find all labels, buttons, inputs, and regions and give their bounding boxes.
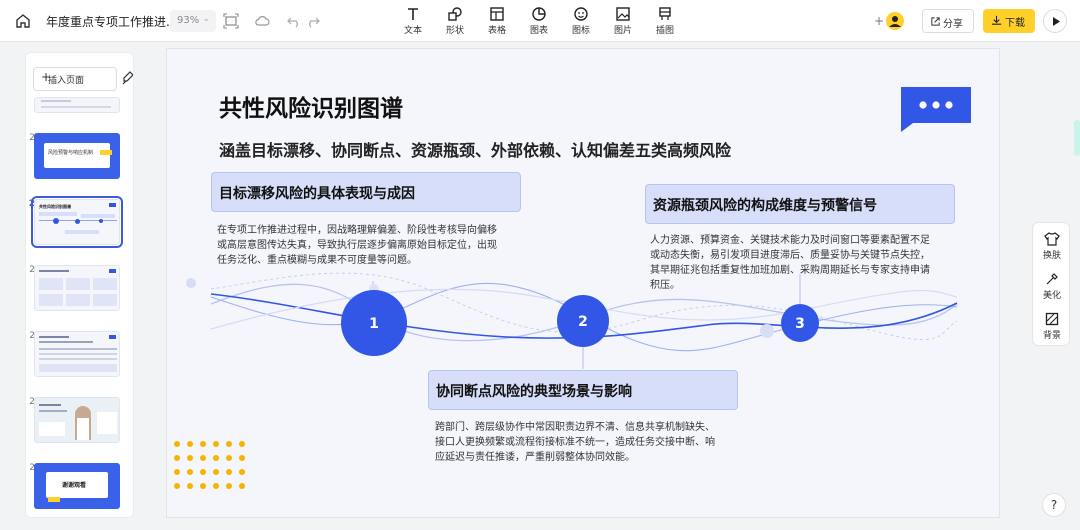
tool-label: 图标 [571, 26, 590, 36]
text-line: 积压。 [650, 280, 680, 291]
theme-skin-label: 换肤 [1042, 251, 1061, 261]
share-button[interactable]: 分享 [922, 9, 974, 33]
section-heading-2[interactable]: 协同断点风险的典型场景与影响 [428, 370, 738, 410]
tool-table[interactable]: 表格 [477, 4, 517, 36]
insert-page-button[interactable]: + 插入页面 [33, 67, 117, 91]
theme-skin-button[interactable]: 换肤 [1033, 232, 1071, 261]
slide-thumbnail-23[interactable] [34, 265, 120, 311]
background-label: 背景 [1042, 331, 1061, 341]
add-collaborator-icon[interactable]: + [873, 10, 907, 32]
share-label: 分享 [943, 19, 963, 30]
tool-emoji[interactable]: 图标 [561, 4, 601, 36]
section-heading-1[interactable]: 目标漂移风险的具体表现与成因 [211, 172, 521, 212]
step-number-1: 1 [369, 316, 379, 332]
tool-image[interactable]: 图片 [603, 4, 643, 36]
slide-thumbnail-20[interactable] [34, 97, 120, 113]
slide-canvas[interactable]: 1 2 3 共性风险识别图谱 涵盖目标漂移、协同断点、资源瓶颈、外部依赖、认知偏… [166, 48, 1000, 518]
beautify-label: 美化 [1042, 291, 1061, 301]
beautify-button[interactable]: 美化 [1033, 272, 1071, 301]
text-line: 跨部门、跨层级协作中常因职责边界不清、信息共享机制缺失、 [435, 422, 715, 433]
text-line: 在专项工作推进过程中，因战略理解偏差、阶段性考核导向偏移 [217, 225, 497, 236]
text-line: 其早期征兆包括重复性加班加剧、采购周期延长与专家支持申请 [650, 265, 930, 276]
tool-label: 表格 [487, 26, 506, 36]
top-toolbar: 年度重点专项工作推进... 93% ⌄ 文本 形状 表格 图表 图标 图片 插图 … [0, 0, 1080, 42]
text-line: 应延迟与责任推诿，严重削弱整体协同效能。 [435, 452, 635, 463]
slide-thumbnail-22[interactable]: 共性风险识别图谱 [31, 196, 123, 248]
thumbnail-title: 风险预警与响应机制 [48, 150, 94, 156]
home-icon[interactable] [14, 12, 32, 30]
tool-label: 插图 [655, 26, 674, 36]
play-button[interactable] [1043, 9, 1067, 33]
tool-label: 图表 [529, 26, 548, 36]
step-number-3: 3 [795, 316, 805, 332]
slide-thumbnail-panel: +插入页面 21 风险预警与响应机制 22 共性风险识别图谱 23 24 [25, 52, 134, 518]
tool-illustration[interactable]: 插图 [645, 4, 685, 36]
table-icon [490, 7, 504, 21]
emoji-icon [574, 7, 588, 21]
play-icon [1053, 17, 1060, 26]
image-icon [616, 7, 630, 21]
tool-label: 形状 [445, 26, 464, 36]
chat-bubble-icon [901, 87, 971, 132]
slide-thumbnail-25[interactable] [34, 397, 120, 443]
download-icon [991, 15, 1002, 25]
fit-screen-icon[interactable] [223, 13, 239, 29]
share-icon [931, 17, 940, 26]
section-body-1[interactable]: 在专项工作推进过程中，因战略理解偏差、阶段性考核导向偏移 或高层意图传达失真，导… [217, 223, 527, 268]
chevron-down-icon: ⌄ [202, 14, 210, 24]
tool-shape[interactable]: 形状 [435, 4, 475, 36]
download-button[interactable]: 下载 [983, 9, 1035, 33]
zoom-select[interactable]: 93% ⌄ [170, 10, 216, 32]
plus-icon: + [41, 70, 52, 84]
tool-chart[interactable]: 图表 [519, 4, 559, 36]
text-line: 任务泛化、重点模糊与成果不可度量等问题。 [217, 255, 417, 266]
help-button[interactable]: ? [1042, 493, 1066, 517]
section-body-3[interactable]: 人力资源、预算资金、关键技术能力及时间窗口等要素配置不足 或动态失衡，易引发项目… [650, 233, 960, 293]
magic-wand-icon [1046, 273, 1058, 285]
section-body-2[interactable]: 跨部门、跨层级协作中常因职责边界不清、信息共享机制缺失、 接口人更换频繁或流程衔… [435, 420, 745, 465]
format-brush-icon[interactable] [122, 71, 134, 85]
text-line: 或动态失衡，易引发项目进度滞后、质量妥协与关键节点失控， [650, 250, 930, 261]
illustration-icon [659, 7, 671, 20]
shape-icon [448, 7, 462, 21]
shirt-icon [1044, 232, 1060, 246]
edge-tab[interactable] [1074, 120, 1080, 156]
download-label: 下载 [1005, 18, 1025, 29]
svg-text:+: + [874, 14, 884, 28]
design-toolbar: 换肤 美化 背景 [1032, 222, 1070, 346]
redo-icon[interactable] [305, 13, 321, 29]
background-icon [1045, 312, 1059, 326]
zoom-value: 93% [177, 15, 200, 26]
text-line: 接口人更换频繁或流程衔接标准不统一，造成任务交接中断、响 [435, 437, 715, 448]
thumbnail-title: 谢谢观看 [62, 482, 87, 489]
undo-icon[interactable] [286, 13, 302, 29]
text-line: 或高层意图传达失真，导致执行层逐步偏离原始目标定位，出现 [217, 240, 497, 251]
document-title[interactable]: 年度重点专项工作推进... [46, 13, 177, 30]
slide-title[interactable]: 共性风险识别图谱 [219, 89, 403, 123]
decorative-dot-grid [174, 441, 245, 489]
text-icon [408, 8, 418, 20]
tool-label: 图片 [613, 26, 632, 36]
slide-thumbnail-26[interactable]: 谢谢观看 [34, 463, 120, 509]
cloud-sync-icon[interactable] [254, 13, 270, 29]
thumbnail-title: 共性风险识别图谱 [39, 204, 71, 209]
slide-subtitle[interactable]: 涵盖目标漂移、协同断点、资源瓶颈、外部依赖、认知偏差五类高频风险 [219, 137, 731, 161]
text-line: 人力资源、预算资金、关键技术能力及时间窗口等要素配置不足 [650, 235, 930, 246]
background-button[interactable]: 背景 [1033, 312, 1071, 341]
slide-thumbnail-21[interactable]: 风险预警与响应机制 [34, 133, 120, 179]
tool-label: 文本 [403, 26, 422, 36]
chart-icon [532, 7, 546, 21]
slide-thumbnail-24[interactable] [34, 331, 120, 377]
tool-text[interactable]: 文本 [393, 4, 433, 36]
step-number-2: 2 [578, 314, 588, 330]
insert-page-label: 插入页面 [48, 76, 85, 86]
section-heading-3[interactable]: 资源瓶颈风险的构成维度与预警信号 [645, 184, 955, 224]
